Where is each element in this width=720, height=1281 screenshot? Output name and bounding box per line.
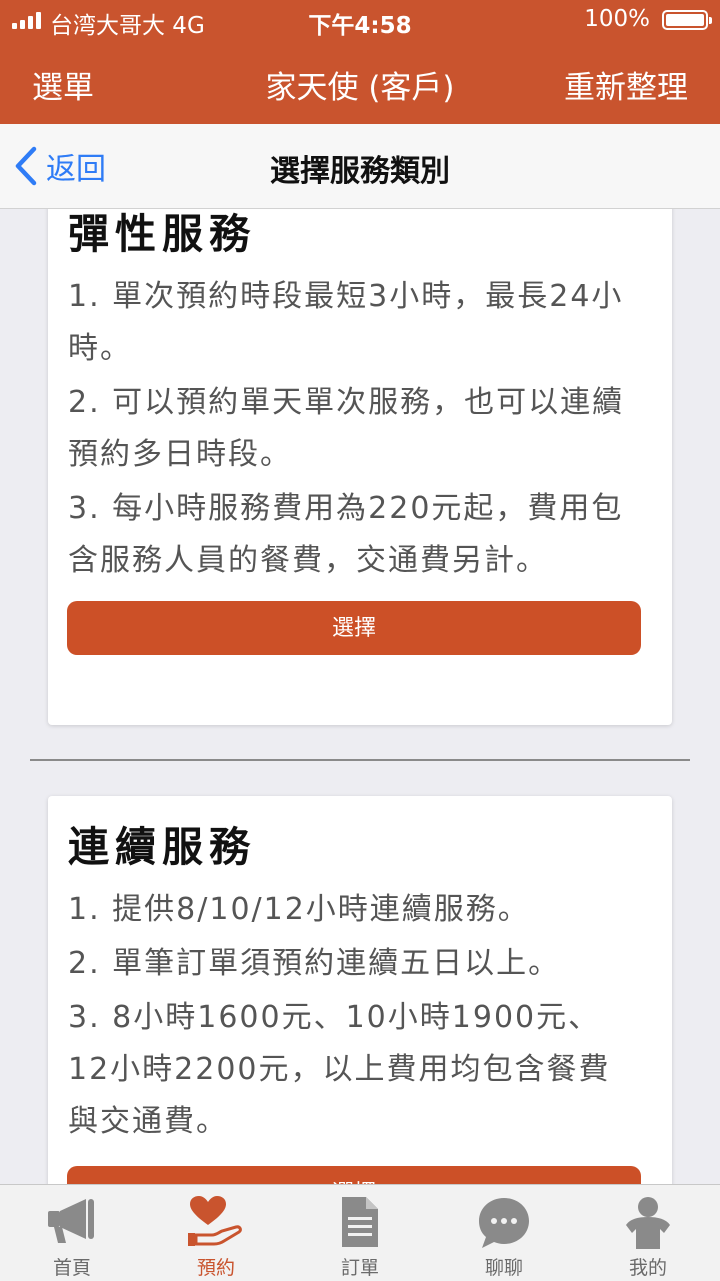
card-item: 2. 可以預約單天單次服務，也可以連續預約多日時段。 xyxy=(68,385,625,472)
tab-label: 預約 xyxy=(196,1257,235,1279)
card-item: 3. 每小時服務費用為220元起，費用包含服務人員的餐費，交通費另計。 xyxy=(68,491,624,578)
document-icon xyxy=(342,1197,378,1247)
card-item: 3. 8小時1600元、10小時1900元、12小時2200元，以上費用均包含餐… xyxy=(68,1000,611,1139)
service-list[interactable]: 彈性服務 1. 單次預約時段最短3小時，最長24小時。 2. 可以預約單天單次服… xyxy=(0,209,720,1184)
divider xyxy=(30,759,690,761)
app-header: 台湾大哥大 4G 下午4:58 100% 選單 家天使 (客戶) 重新整理 xyxy=(0,0,720,124)
card-item: 1. 提供8/10/12小時連續服務。 xyxy=(68,892,530,927)
tab-label: 訂單 xyxy=(340,1257,379,1279)
sub-header: 返回 選擇服務類別 xyxy=(0,124,720,209)
status-bar: 台湾大哥大 4G 下午4:58 100% xyxy=(0,0,720,40)
battery-icon xyxy=(662,10,712,30)
page-title: 選擇服務類別 xyxy=(270,154,450,189)
tab-orders[interactable]: 訂單 xyxy=(288,1185,432,1281)
service-card-flexible: 彈性服務 1. 單次預約時段最短3小時，最長24小時。 2. 可以預約單天單次服… xyxy=(48,209,672,725)
tab-profile[interactable]: 我的 xyxy=(576,1185,720,1281)
person-icon xyxy=(626,1197,670,1249)
tab-booking[interactable]: 預約 xyxy=(144,1185,288,1281)
service-card-continuous: 連續服務 1. 提供8/10/12小時連續服務。 2. 單筆訂單須預約連續五日以… xyxy=(48,796,672,1184)
tab-bar: 首頁 預約 訂單 聊聊 我的 xyxy=(0,1184,720,1281)
tab-home[interactable]: 首頁 xyxy=(0,1185,144,1281)
nav-bar: 選單 家天使 (客戶) 重新整理 xyxy=(0,40,720,124)
tab-label: 首頁 xyxy=(52,1257,91,1279)
tab-label: 聊聊 xyxy=(484,1257,523,1279)
card-item: 1. 單次預約時段最短3小時，最長24小時。 xyxy=(68,279,624,366)
card-title: 彈性服務 xyxy=(68,210,256,258)
card-item: 2. 單筆訂單須預約連續五日以上。 xyxy=(68,946,561,981)
card-title: 連續服務 xyxy=(68,823,256,871)
select-button-continuous[interactable]: 選擇 xyxy=(67,1166,641,1184)
refresh-button[interactable]: 重新整理 xyxy=(564,62,688,107)
tab-chat[interactable]: 聊聊 xyxy=(432,1185,576,1281)
tab-label: 我的 xyxy=(628,1257,667,1279)
select-button-flexible[interactable]: 選擇 xyxy=(67,601,641,655)
chat-bubble-icon xyxy=(479,1198,529,1248)
megaphone-icon xyxy=(48,1199,94,1243)
heart-hand-icon xyxy=(188,1196,242,1246)
battery-percent: 100% xyxy=(584,6,650,32)
